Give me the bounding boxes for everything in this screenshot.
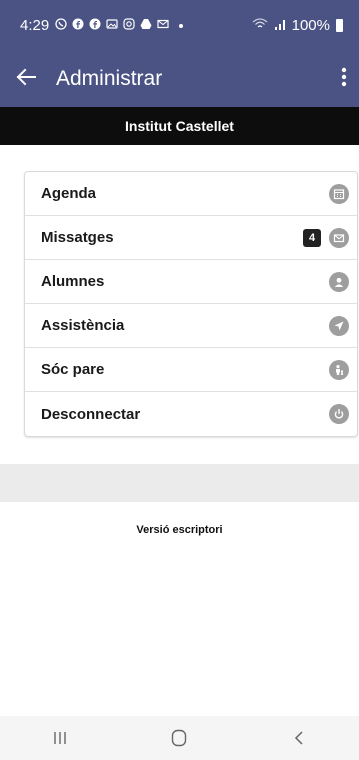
unread-count-badge: 4 [303, 228, 321, 247]
user-icon [329, 271, 349, 292]
menu-item-label: Assistència [41, 317, 125, 334]
desktop-version-link[interactable]: Versió escriptori [0, 524, 359, 536]
divider-band [0, 464, 359, 502]
notification-icons [55, 17, 184, 33]
power-icon [329, 404, 349, 424]
status-time: 4:29 [20, 16, 50, 34]
back-arrow-icon[interactable] [16, 65, 44, 93]
overflow-menu-icon[interactable] [341, 67, 347, 91]
menu-item-label: Alumnes [41, 273, 105, 290]
battery-icon [336, 18, 343, 32]
status-right: 100% [252, 17, 343, 34]
gmail-icon [157, 18, 169, 33]
recent-apps-icon[interactable] [40, 723, 80, 753]
school-name-bar: Institut Castellet [0, 107, 359, 145]
app-bar: Administrar [0, 50, 359, 107]
signal-icon [274, 17, 286, 34]
whatsapp-icon [55, 17, 67, 33]
menu-item-label: Agenda [41, 185, 97, 202]
facebook-icon [89, 18, 101, 33]
gallery-icon [106, 18, 118, 33]
menu-item-agenda[interactable]: Agenda [25, 172, 357, 216]
menu-item-label: Missatges [41, 229, 114, 246]
instagram-icon [123, 17, 135, 33]
facebook-icon [72, 18, 84, 33]
menu-item-assistencia[interactable]: Assistència [25, 304, 357, 348]
status-bar: 4:29 100% [0, 0, 359, 50]
battery-percent: 100% [291, 16, 330, 34]
main-menu: Agenda Missatges 4 Alumnes Assistència S… [24, 171, 358, 437]
parent-icon [329, 359, 349, 380]
drive-icon [140, 18, 152, 33]
menu-item-desconnectar[interactable]: Desconnectar [25, 392, 357, 436]
menu-item-missatges[interactable]: Missatges 4 [25, 216, 357, 260]
mail-icon [329, 227, 349, 248]
menu-item-label: Desconnectar [41, 405, 141, 423]
menu-item-alumnes[interactable]: Alumnes [25, 260, 357, 304]
home-icon[interactable] [159, 723, 199, 753]
school-name: Institut Castellet [125, 118, 234, 134]
wifi-icon [252, 17, 268, 34]
location-arrow-icon [329, 315, 349, 336]
calendar-icon [329, 183, 349, 204]
system-nav-bar [0, 716, 359, 760]
dot-icon [178, 18, 184, 32]
page-title: Administrar [56, 66, 163, 90]
menu-item-soc-pare[interactable]: Sóc pare [25, 348, 357, 392]
menu-item-label: Sóc pare [41, 361, 105, 378]
back-icon[interactable] [279, 723, 319, 753]
